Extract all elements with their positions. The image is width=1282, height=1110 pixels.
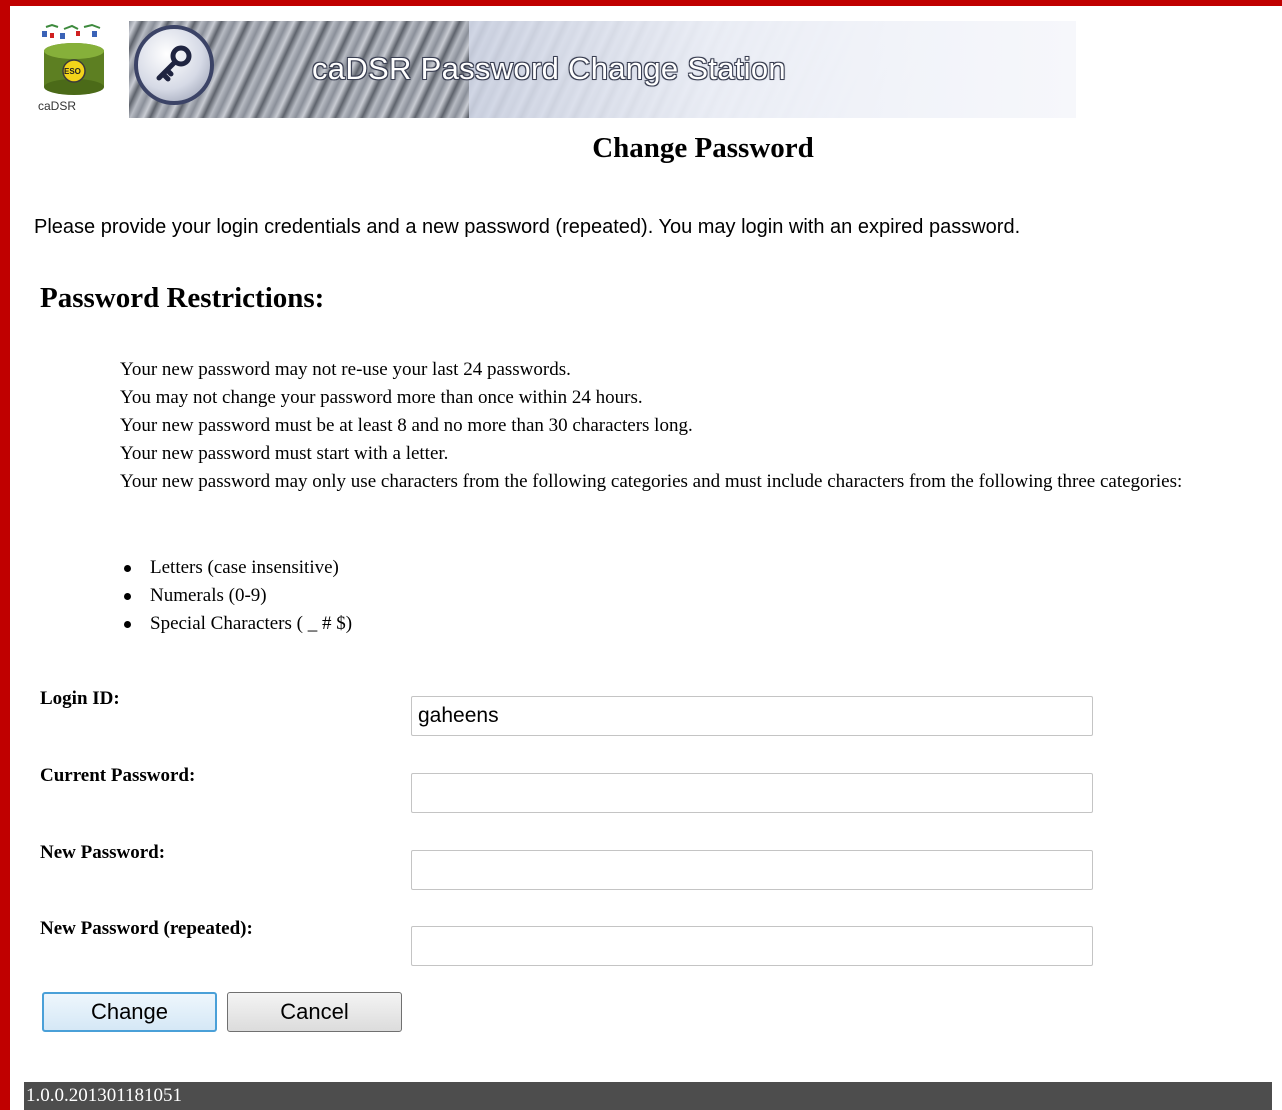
cancel-button[interactable]: Cancel <box>227 992 402 1032</box>
new-password-repeated-label: New Password (repeated): <box>40 918 253 939</box>
list-item: Letters (case insensitive) <box>120 554 352 582</box>
version-footer: 1.0.0.201301181051 <box>24 1082 1272 1110</box>
key-icon <box>134 25 214 105</box>
rule-line: Your new password must start with a lett… <box>120 443 449 464</box>
login-id-input[interactable] <box>411 696 1093 736</box>
new-password-input[interactable] <box>411 850 1093 890</box>
new-password-repeated-input[interactable] <box>411 926 1093 966</box>
page-title: Change Password <box>592 132 814 164</box>
banner-title: caDSR Password Change Station <box>312 51 786 86</box>
rule-line: Your new password may only use character… <box>120 471 1183 492</box>
new-password-label: New Password: <box>40 842 166 863</box>
cadsr-logo: ESO caDSR <box>34 21 129 118</box>
current-password-label: Current Password: <box>40 765 196 786</box>
character-categories-list: Letters (case insensitive) Numerals (0-9… <box>120 554 352 638</box>
page: ESO caDSR caDSR Password Change Station … <box>10 6 1282 1110</box>
window-frame-left <box>0 0 10 1110</box>
list-item: Numerals (0-9) <box>120 582 352 610</box>
logo-badge-text: ESO <box>64 67 81 76</box>
restrictions-heading: Password Restrictions: <box>40 282 325 314</box>
rule-line: Your new password must be at least 8 and… <box>120 415 693 436</box>
rule-line: Your new password may not re-use your la… <box>120 359 571 380</box>
rule-line: You may not change your password more th… <box>120 387 643 408</box>
login-id-label: Login ID: <box>40 688 120 709</box>
change-button[interactable]: Change <box>42 992 217 1032</box>
restrictions-rules: Your new password may not re-use your la… <box>120 356 1230 496</box>
current-password-input[interactable] <box>411 773 1093 813</box>
database-icon <box>42 23 104 95</box>
header-banner: ESO caDSR caDSR Password Change Station <box>34 21 1076 118</box>
intro-text: Please provide your login credentials an… <box>34 216 1021 238</box>
list-item: Special Characters ( _ # $) <box>120 610 352 638</box>
logo-text: caDSR <box>38 99 77 113</box>
